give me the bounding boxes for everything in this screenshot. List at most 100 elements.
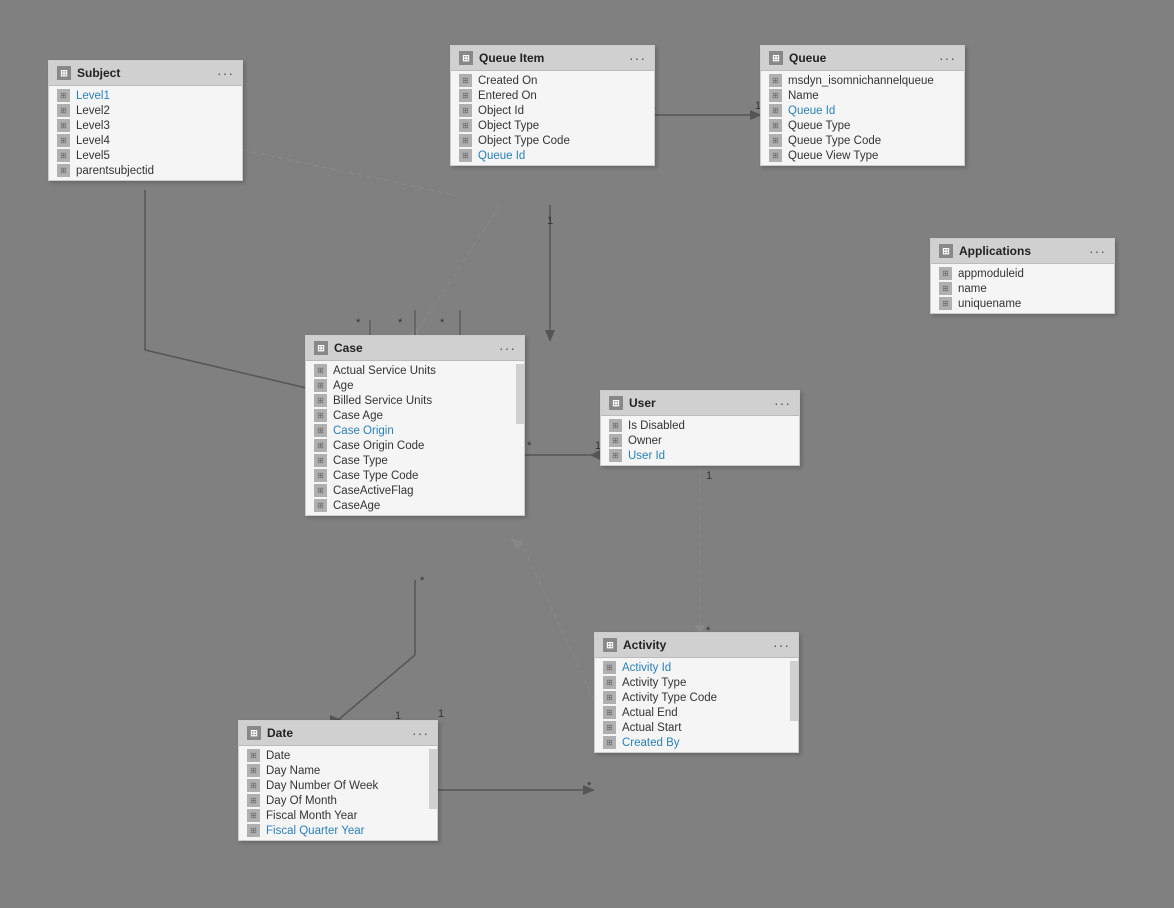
field-icon: ⊞ <box>769 74 782 87</box>
cardinality-case-date: * <box>420 575 424 587</box>
date-scrollbar[interactable] <box>429 749 437 809</box>
field-icon: ⊞ <box>247 809 260 822</box>
field-icon: ⊞ <box>314 394 327 407</box>
entity-user-header: ⊞ User ··· <box>601 391 799 416</box>
case-title: Case <box>334 341 363 355</box>
field-icon: ⊞ <box>314 424 327 437</box>
field-row: ⊞ Name <box>761 88 964 103</box>
queue-menu-icon[interactable]: ··· <box>939 50 956 66</box>
queueitem-table-icon: ⊞ <box>459 51 473 65</box>
field-icon: ⊞ <box>247 779 260 792</box>
user-title: User <box>629 396 656 410</box>
field-row: ⊞ Activity Type Code <box>595 690 798 705</box>
field-label: Case Type <box>333 455 388 467</box>
field-icon: ⊞ <box>769 119 782 132</box>
field-row: ⊞ Created On <box>451 73 654 88</box>
field-icon: ⊞ <box>609 419 622 432</box>
field-row: ⊞ Age <box>306 378 524 393</box>
field-label: name <box>958 283 987 295</box>
field-row: ⊞ parentsubjectid <box>49 163 242 178</box>
entity-case: ⊞ Case ··· ⊞ Actual Service Units ⊞ Age … <box>305 335 525 516</box>
case-scrollbar[interactable] <box>516 364 524 424</box>
field-label: Level5 <box>76 150 110 162</box>
queueitem-menu-icon[interactable]: ··· <box>629 50 646 66</box>
field-row: ⊞ Object Id <box>451 103 654 118</box>
field-label: Case Type Code <box>333 470 418 482</box>
field-label: Owner <box>628 435 662 447</box>
field-row: ⊞ User Id <box>601 448 799 463</box>
field-label: uniquename <box>958 298 1021 310</box>
field-label: Day Number Of Week <box>266 780 378 792</box>
field-row: ⊞ Level2 <box>49 103 242 118</box>
entity-queue: ⊞ Queue ··· ⊞ msdyn_isomnichannelqueue ⊞… <box>760 45 965 166</box>
subject-menu-icon[interactable]: ··· <box>217 65 234 81</box>
field-row: ⊞ name <box>931 281 1114 296</box>
activity-title: Activity <box>623 638 666 652</box>
field-row: ⊞ Date <box>239 748 437 763</box>
activity-menu-icon[interactable]: ··· <box>773 637 790 653</box>
field-label: Day Of Month <box>266 795 337 807</box>
date-menu-icon[interactable]: ··· <box>412 725 429 741</box>
field-row: ⊞ Actual End <box>595 705 798 720</box>
field-label: CaseActiveFlag <box>333 485 414 497</box>
entity-applications-header: ⊞ Applications ··· <box>931 239 1114 264</box>
field-label: Entered On <box>478 90 537 102</box>
field-label: Name <box>788 90 819 102</box>
field-label: Object Type Code <box>478 135 570 147</box>
applications-title: Applications <box>959 244 1031 258</box>
field-icon: ⊞ <box>57 164 70 177</box>
field-row: ⊞ Day Number Of Week <box>239 778 437 793</box>
field-icon: ⊞ <box>57 119 70 132</box>
field-label: Day Name <box>266 765 320 777</box>
field-label: Activity Type <box>622 677 686 689</box>
field-icon: ⊞ <box>939 282 952 295</box>
field-row: ⊞ Queue View Type <box>761 148 964 163</box>
field-label: Date <box>266 750 290 762</box>
field-icon: ⊞ <box>314 484 327 497</box>
cardinality-date-activity-1: 1 <box>438 708 444 720</box>
case-fields: ⊞ Actual Service Units ⊞ Age ⊞ Billed Se… <box>306 361 524 515</box>
field-icon: ⊞ <box>459 89 472 102</box>
field-label: Level4 <box>76 135 110 147</box>
field-label: Queue Id <box>788 105 835 117</box>
field-row: ⊞ Fiscal Quarter Year <box>239 823 437 838</box>
field-label: appmoduleid <box>958 268 1024 280</box>
field-row: ⊞ Level1 <box>49 88 242 103</box>
field-label: Actual Start <box>622 722 681 734</box>
entity-subject-header: ⊞ Subject ··· <box>49 61 242 86</box>
field-icon: ⊞ <box>603 661 616 674</box>
field-label: Is Disabled <box>628 420 685 432</box>
field-row: ⊞ Day Of Month <box>239 793 437 808</box>
cardinality-star2: * <box>398 317 402 329</box>
field-row: ⊞ Billed Service Units <box>306 393 524 408</box>
user-menu-icon[interactable]: ··· <box>774 395 791 411</box>
field-icon: ⊞ <box>314 409 327 422</box>
case-menu-icon[interactable]: ··· <box>499 340 516 356</box>
queue-title: Queue <box>789 51 826 65</box>
field-row: ⊞ Is Disabled <box>601 418 799 433</box>
field-label: Queue View Type <box>788 150 878 162</box>
field-icon: ⊞ <box>314 439 327 452</box>
field-icon: ⊞ <box>459 149 472 162</box>
user-fields: ⊞ Is Disabled ⊞ Owner ⊞ User Id <box>601 416 799 465</box>
field-row: ⊞ Actual Start <box>595 720 798 735</box>
entity-queue-item: ⊞ Queue Item ··· ⊞ Created On ⊞ Entered … <box>450 45 655 166</box>
field-label: Queue Type Code <box>788 135 881 147</box>
field-icon: ⊞ <box>769 89 782 102</box>
field-icon: ⊞ <box>314 364 327 377</box>
applications-table-icon: ⊞ <box>939 244 953 258</box>
entity-queue-item-header: ⊞ Queue Item ··· <box>451 46 654 71</box>
field-label: CaseAge <box>333 500 380 512</box>
date-title: Date <box>267 726 293 740</box>
activity-scrollbar[interactable] <box>790 661 798 721</box>
field-row: ⊞ Object Type Code <box>451 133 654 148</box>
date-fields: ⊞ Date ⊞ Day Name ⊞ Day Number Of Week ⊞… <box>239 746 437 840</box>
field-row: ⊞ CaseAge <box>306 498 524 513</box>
field-row: ⊞ Queue Id <box>451 148 654 163</box>
field-label: Fiscal Month Year <box>266 810 357 822</box>
field-icon: ⊞ <box>57 104 70 117</box>
field-icon: ⊞ <box>459 119 472 132</box>
field-icon: ⊞ <box>603 706 616 719</box>
applications-menu-icon[interactable]: ··· <box>1089 243 1106 259</box>
entity-date: ⊞ Date ··· ⊞ Date ⊞ Day Name ⊞ Day Numbe… <box>238 720 438 841</box>
